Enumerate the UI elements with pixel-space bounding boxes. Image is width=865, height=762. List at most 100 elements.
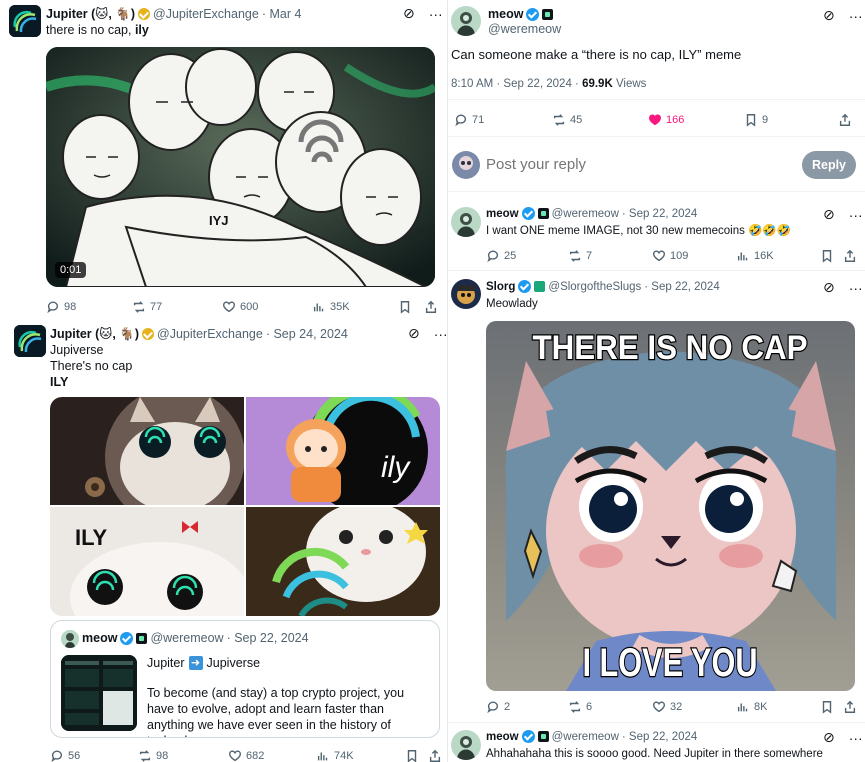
reply-slorg[interactable]: Slorg @SlorgoftheSlugs · Sep 22, 2024 ⊘ … xyxy=(448,271,865,721)
author-handle[interactable]: @weremeow xyxy=(552,731,619,743)
author-handle[interactable]: @JupiterExchange xyxy=(153,7,259,21)
grid-image-astronaut[interactable]: ily xyxy=(246,397,440,505)
reply-actions: 25 7 109 16K xyxy=(448,246,865,266)
meow-avatar[interactable] xyxy=(451,6,481,36)
reply-meow-2[interactable]: meow @weremeow · Sep 22, 2024 ⊘ ··· Ahha… xyxy=(448,723,865,762)
author-name[interactable]: Jupiter (🐱, 🐐) xyxy=(46,6,135,22)
author-name[interactable]: meow xyxy=(488,7,523,21)
main-tweet-meta: 8:10 AM · Sep 22, 2024 · 69.9K Views xyxy=(451,76,646,92)
repost-action[interactable]: 45 xyxy=(552,110,582,130)
heart-icon xyxy=(223,301,235,313)
tweet-date[interactable]: · Sep 22, 2024 xyxy=(622,731,697,743)
share-action[interactable] xyxy=(843,697,857,717)
tweet-date[interactable]: · Mar 4 xyxy=(262,7,302,21)
repost-action[interactable]: 98 xyxy=(138,746,168,762)
analytics-icon xyxy=(317,752,328,761)
grid-image-cat-helmet[interactable] xyxy=(50,397,244,505)
grok-icon[interactable]: ⊘ xyxy=(823,206,835,223)
more-icon[interactable]: ··· xyxy=(429,6,443,22)
like-action[interactable]: 600 xyxy=(222,297,258,317)
author-name[interactable]: Slorg xyxy=(486,281,515,293)
image-grid: ily ILY xyxy=(50,397,440,616)
share-icon xyxy=(844,700,856,713)
repost-action[interactable]: 7 xyxy=(568,246,592,266)
grok-icon[interactable]: ⊘ xyxy=(403,5,415,22)
reply-action[interactable]: 56 xyxy=(50,746,80,762)
share-action[interactable] xyxy=(424,297,438,317)
author-handle[interactable]: @weremeow xyxy=(552,208,619,220)
grok-icon[interactable]: ⊘ xyxy=(408,325,420,342)
tweet-date[interactable]: · Sep 22, 2024 xyxy=(644,281,719,293)
reply-action[interactable]: 98 xyxy=(46,297,76,317)
share-action[interactable] xyxy=(843,246,857,266)
bookmark-action[interactable] xyxy=(820,697,834,717)
meow-avatar[interactable] xyxy=(61,630,79,648)
bookmark-action[interactable] xyxy=(405,746,419,762)
grok-icon[interactable]: ⊘ xyxy=(823,7,835,24)
tweet-jupiter-1[interactable]: Jupiter (🐱, 🐐) @JupiterExchange · Mar 4 … xyxy=(0,0,447,320)
reply-meow-1[interactable]: meow @weremeow · Sep 22, 2024 ⊘ ··· I wa… xyxy=(448,193,865,269)
repost-action[interactable]: 6 xyxy=(568,697,592,717)
tweet-date[interactable]: · Sep 24, 2024 xyxy=(266,327,348,341)
right-column: meow @weremeow ⊘ ··· Can someone make a … xyxy=(448,0,865,762)
author-name[interactable]: meow xyxy=(486,731,519,743)
share-action[interactable] xyxy=(838,110,852,130)
author-handle[interactable]: @SlorgoftheSlugs xyxy=(548,281,641,293)
reply-button[interactable]: Reply xyxy=(802,151,856,179)
more-icon[interactable]: ··· xyxy=(434,326,448,342)
jupiter-avatar[interactable] xyxy=(9,5,41,37)
slorg-avatar[interactable] xyxy=(451,279,481,309)
more-icon[interactable]: ··· xyxy=(849,207,863,223)
like-count: 109 xyxy=(670,250,689,262)
reply-icon xyxy=(487,701,499,714)
bookmark-action[interactable]: 9 xyxy=(744,110,768,130)
like-action[interactable]: 109 xyxy=(652,246,688,266)
reply-input[interactable] xyxy=(486,153,756,175)
repost-count: 45 xyxy=(570,114,583,126)
bookmark-action[interactable] xyxy=(398,297,412,317)
views-action[interactable]: 16K xyxy=(736,246,774,266)
reply-action[interactable]: 71 xyxy=(454,110,484,130)
jupiter-avatar[interactable] xyxy=(14,325,46,357)
meow-avatar[interactable] xyxy=(451,207,481,237)
share-action[interactable] xyxy=(428,746,442,762)
grok-icon[interactable]: ⊘ xyxy=(823,279,835,296)
tweet-video[interactable]: IYJ meow 0:01 xyxy=(46,47,435,287)
main-tweet-time[interactable]: 8:10 AM · Sep 22, 2024 · xyxy=(451,78,582,90)
tweet-jupiter-2[interactable]: Jupiter (🐱, 🐐) @JupiterExchange · Sep 24… xyxy=(0,320,448,762)
meme-image[interactable]: THERE IS NO CAP I LOVE YOU xyxy=(486,321,855,691)
like-action[interactable]: 32 xyxy=(652,697,682,717)
tweet-top-icons: ⊘ ··· xyxy=(823,279,863,296)
user-avatar[interactable] xyxy=(452,151,480,179)
grid-image-ily-cat[interactable]: ILY xyxy=(50,507,244,616)
main-tweet[interactable]: meow @weremeow ⊘ ··· Can someone make a … xyxy=(448,0,865,136)
author-name[interactable]: Jupiter (🐱, 🐐) xyxy=(50,326,139,342)
repost-icon xyxy=(569,250,581,262)
ily-cat-image: ILY xyxy=(50,507,244,616)
more-icon[interactable]: ··· xyxy=(849,8,863,24)
grid-image-kitten[interactable] xyxy=(246,507,440,616)
views-action[interactable]: 8K xyxy=(736,697,767,717)
views-action[interactable]: 74K xyxy=(316,746,354,762)
reply-action[interactable]: 2 xyxy=(486,697,510,717)
like-action[interactable]: 166 xyxy=(648,110,684,130)
author-handle[interactable]: @JupiterExchange xyxy=(157,327,263,341)
meme-bottom-text: I LOVE YOU xyxy=(583,641,758,685)
quote-author-name[interactable]: meow xyxy=(82,631,117,645)
author-name[interactable]: meow xyxy=(486,208,519,220)
meow-avatar[interactable] xyxy=(451,730,481,760)
bookmark-action[interactable] xyxy=(820,246,834,266)
like-action[interactable]: 682 xyxy=(228,746,264,762)
author-handle[interactable]: @weremeow xyxy=(488,22,561,36)
more-icon[interactable]: ··· xyxy=(849,730,863,746)
video-frame: IYJ meow xyxy=(46,47,435,287)
more-icon[interactable]: ··· xyxy=(849,280,863,296)
reply-action[interactable]: 25 xyxy=(486,246,516,266)
arrow-right-icon: ➜ xyxy=(188,656,203,670)
quoted-tweet[interactable]: meow @weremeow · Sep 22, 2024 Jupiter ➜ … xyxy=(50,620,440,738)
repost-action[interactable]: 77 xyxy=(132,297,162,317)
tweet-date[interactable]: · Sep 22, 2024 xyxy=(622,208,697,220)
grok-icon[interactable]: ⊘ xyxy=(823,729,835,746)
views-action[interactable]: 35K xyxy=(312,297,350,317)
views-count: 74K xyxy=(334,750,354,762)
